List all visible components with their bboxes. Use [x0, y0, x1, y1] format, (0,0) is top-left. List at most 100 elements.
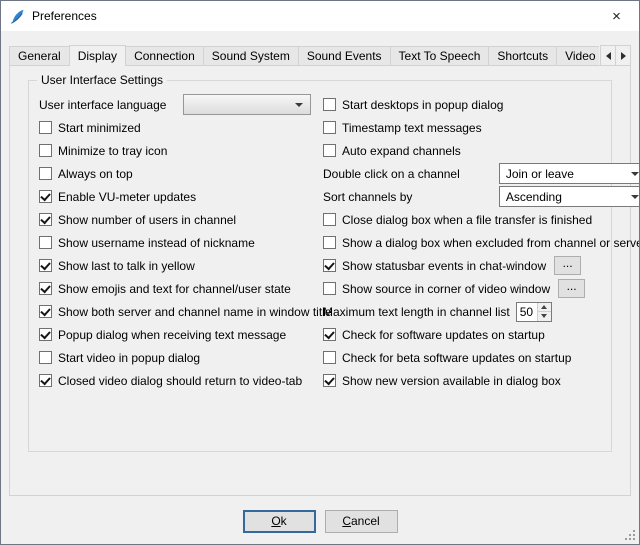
close-button[interactable]: ×: [594, 1, 639, 31]
checkbox[interactable]: [39, 167, 52, 180]
checkbox[interactable]: [39, 374, 52, 387]
tab-sound-system[interactable]: Sound System: [203, 46, 299, 66]
preferences-dialog: Preferences × General Display Connection…: [0, 0, 640, 545]
checkbox[interactable]: [323, 144, 336, 157]
checkbox-row-always-on-top[interactable]: Always on top: [39, 162, 311, 185]
ui-settings-group: User Interface Settings User interface l…: [28, 80, 612, 452]
checkbox-row-beta-updates[interactable]: Check for beta software updates on start…: [323, 346, 640, 369]
display-tab-page: User Interface Settings User interface l…: [9, 65, 631, 496]
checkbox-row-popup-text-message[interactable]: Popup dialog when receiving text message: [39, 323, 311, 346]
checkbox[interactable]: [323, 98, 336, 111]
checkbox[interactable]: [39, 282, 52, 295]
double-click-label: Double click on a channel: [323, 167, 460, 181]
checkbox[interactable]: [39, 121, 52, 134]
checkbox-row-excluded-dialog[interactable]: Show a dialog box when excluded from cha…: [323, 231, 640, 254]
chevron-down-icon: [631, 195, 639, 199]
checkbox[interactable]: [323, 259, 336, 272]
checkbox-row-emojis-text[interactable]: Show emojis and text for channel/user st…: [39, 277, 311, 300]
checkbox-row-video-popup[interactable]: Start video in popup dialog: [39, 346, 311, 369]
video-source-browse-button[interactable]: ...: [558, 279, 585, 298]
checkbox-label: Show new version available in dialog box: [342, 374, 561, 388]
checkbox-row-software-updates[interactable]: Check for software updates on startup: [323, 323, 640, 346]
double-click-row: Double click on a channel Join or leave: [323, 162, 640, 185]
checkbox[interactable]: [39, 144, 52, 157]
checkbox[interactable]: [323, 328, 336, 341]
checkbox-row-new-version-dialog[interactable]: Show new version available in dialog box: [323, 369, 640, 392]
checkbox-label: Show a dialog box when excluded from cha…: [342, 236, 640, 250]
sort-channels-row: Sort channels by Ascending: [323, 185, 640, 208]
checkbox[interactable]: [39, 236, 52, 249]
checkbox[interactable]: [39, 328, 52, 341]
max-text-length-input[interactable]: [517, 303, 537, 321]
max-text-length-spinner[interactable]: [516, 302, 552, 322]
checkbox-label: Show source in corner of video window: [342, 282, 550, 296]
checkbox-row-timestamp-messages[interactable]: Timestamp text messages: [323, 116, 640, 139]
titlebar[interactable]: Preferences ×: [1, 1, 639, 31]
chevron-down-icon: [295, 103, 303, 107]
checkbox-row-desktops-popup[interactable]: Start desktops in popup dialog: [323, 93, 640, 116]
checkbox-row-minimize-to-tray[interactable]: Minimize to tray icon: [39, 139, 311, 162]
checkbox-row-server-channel-title[interactable]: Show both server and channel name in win…: [39, 300, 311, 323]
checkbox[interactable]: [39, 351, 52, 364]
sort-channels-combo-value: Ascending: [506, 190, 562, 204]
double-click-combo-value: Join or leave: [506, 167, 574, 181]
video-source-row[interactable]: Show source in corner of video window ..…: [323, 277, 640, 300]
tab-general[interactable]: General: [9, 46, 70, 66]
checkbox-row-user-count[interactable]: Show number of users in channel: [39, 208, 311, 231]
checkbox[interactable]: [323, 236, 336, 249]
checkbox[interactable]: [323, 282, 336, 295]
checkbox[interactable]: [39, 305, 52, 318]
checkbox-label: Timestamp text messages: [342, 121, 482, 135]
resize-grip[interactable]: [623, 528, 636, 541]
window-title: Preferences: [32, 9, 594, 23]
checkbox-row-closed-video-return[interactable]: Closed video dialog should return to vid…: [39, 369, 311, 392]
tab-scroll-left-button[interactable]: [600, 45, 616, 66]
chevron-down-icon: [541, 314, 547, 318]
ok-button[interactable]: Ok: [243, 510, 316, 533]
cancel-button[interactable]: Cancel: [325, 510, 398, 533]
checkbox-label: Popup dialog when receiving text message: [58, 328, 286, 342]
spinner-down-button[interactable]: [538, 311, 551, 321]
checkbox-label: Enable VU-meter updates: [58, 190, 196, 204]
tab-strip: General Display Connection Sound System …: [9, 44, 599, 66]
tab-display[interactable]: Display: [69, 45, 126, 66]
double-click-combo[interactable]: Join or leave: [499, 163, 640, 184]
checkbox[interactable]: [39, 213, 52, 226]
tab-video[interactable]: Video: [556, 46, 599, 66]
tab-text-to-speech[interactable]: Text To Speech: [390, 46, 490, 66]
chevron-right-icon: [621, 52, 626, 60]
checkbox-label: Show number of users in channel: [58, 213, 236, 227]
checkbox[interactable]: [39, 259, 52, 272]
checkbox[interactable]: [39, 190, 52, 203]
checkbox[interactable]: [323, 374, 336, 387]
checkbox-row-last-talk-yellow[interactable]: Show last to talk in yellow: [39, 254, 311, 277]
checkbox[interactable]: [323, 351, 336, 364]
checkbox-row-username-instead[interactable]: Show username instead of nickname: [39, 231, 311, 254]
spinner-up-button[interactable]: [538, 303, 551, 312]
sort-channels-combo[interactable]: Ascending: [499, 186, 640, 207]
statusbar-events-browse-button[interactable]: ...: [554, 256, 581, 275]
checkbox[interactable]: [323, 213, 336, 226]
checkbox-label: Always on top: [58, 167, 133, 181]
tab-scroll-buttons: [601, 45, 631, 66]
close-icon: ×: [612, 8, 621, 25]
checkbox[interactable]: [323, 121, 336, 134]
checkbox-row-vu-meter[interactable]: Enable VU-meter updates: [39, 185, 311, 208]
checkbox-row-close-on-transfer[interactable]: Close dialog box when a file transfer is…: [323, 208, 640, 231]
language-combo[interactable]: [183, 94, 311, 115]
tab-sound-events[interactable]: Sound Events: [298, 46, 391, 66]
tab-connection[interactable]: Connection: [125, 46, 204, 66]
checkbox-label: Closed video dialog should return to vid…: [58, 374, 302, 388]
right-column: Start desktops in popup dialog Timestamp…: [323, 93, 640, 392]
tab-shortcuts[interactable]: Shortcuts: [488, 46, 557, 66]
tab-scroll-right-button[interactable]: [615, 45, 631, 66]
app-icon: [9, 8, 26, 25]
checkbox-label: Show both server and channel name in win…: [58, 305, 332, 319]
cancel-label: Cancel: [342, 514, 379, 528]
checkbox-label: Check for beta software updates on start…: [342, 351, 571, 365]
statusbar-events-row[interactable]: Show statusbar events in chat-window ...: [323, 254, 640, 277]
checkbox-row-start-minimized[interactable]: Start minimized: [39, 116, 311, 139]
checkbox-row-auto-expand[interactable]: Auto expand channels: [323, 139, 640, 162]
spinner-buttons: [537, 303, 551, 321]
max-text-length-label: Maximum text length in channel list: [323, 305, 510, 319]
